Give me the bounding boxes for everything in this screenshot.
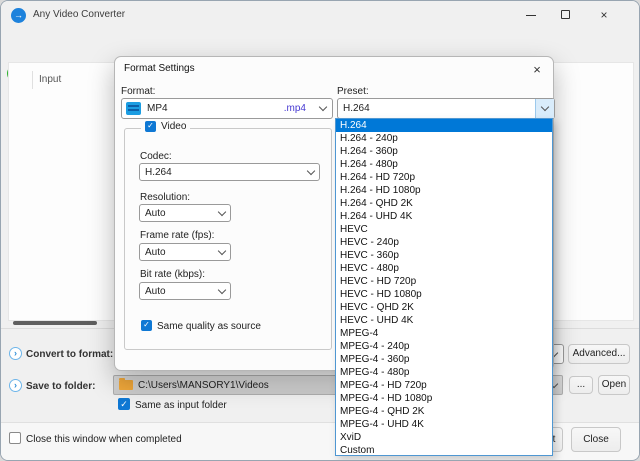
- close-button[interactable]: Close: [571, 427, 621, 452]
- convert-to-format-label: Convert to format:: [26, 349, 113, 360]
- input-column-header[interactable]: Input: [39, 74, 61, 85]
- dialog-title: Format Settings: [124, 63, 195, 74]
- browse-folder-button[interactable]: ...: [569, 376, 593, 394]
- preset-option[interactable]: H.264 - 360p: [336, 145, 552, 158]
- filmstrip-icon: [126, 102, 141, 115]
- preset-value: H.264: [343, 103, 370, 114]
- preset-option[interactable]: HEVC - HD 1080p: [336, 288, 552, 301]
- format-extension: .mp4: [284, 103, 306, 114]
- close-window-button[interactable]: ×: [587, 1, 621, 29]
- same-as-input-checkbox[interactable]: ✓: [118, 398, 130, 410]
- framerate-label: Frame rate (fps):: [140, 230, 214, 241]
- chevron-down-icon: [541, 103, 549, 111]
- preset-label: Preset:: [337, 86, 369, 97]
- dialog-close-button[interactable]: ×: [527, 60, 547, 79]
- preset-option[interactable]: H.264 - 480p: [336, 158, 552, 171]
- bitrate-combobox[interactable]: Auto: [139, 282, 231, 300]
- app-window: → Any Video Converter × + Add Files + Ad…: [0, 0, 640, 461]
- close-when-completed-label: Close this window when completed: [26, 434, 182, 445]
- minimize-button[interactable]: [516, 1, 546, 29]
- same-quality-label: Same quality as source: [157, 321, 261, 332]
- chevron-down-icon: [218, 285, 226, 293]
- close-when-completed-checkbox[interactable]: [9, 432, 21, 444]
- preset-option[interactable]: H.264 - UHD 4K: [336, 210, 552, 223]
- resolution-value: Auto: [145, 208, 166, 219]
- format-combobox[interactable]: MP4 .mp4: [121, 98, 333, 119]
- preset-dropdown-list: H.264H.264 - 240pH.264 - 360pH.264 - 480…: [335, 118, 553, 456]
- preset-option[interactable]: MPEG-4 - 360p: [336, 353, 552, 366]
- preset-option[interactable]: HEVC - HD 720p: [336, 275, 552, 288]
- preset-option[interactable]: H.264 - HD 720p: [336, 171, 552, 184]
- resolution-combobox[interactable]: Auto: [139, 204, 231, 222]
- advanced-button[interactable]: Advanced...: [568, 344, 630, 364]
- preset-option[interactable]: MPEG-4 - 480p: [336, 366, 552, 379]
- codec-combobox[interactable]: H.264: [139, 163, 320, 181]
- resolution-label: Resolution:: [140, 192, 190, 203]
- preset-option[interactable]: MPEG-4 - HD 1080p: [336, 392, 552, 405]
- preset-option[interactable]: H.264 - HD 1080p: [336, 184, 552, 197]
- save-to-folder-label: Save to folder:: [26, 381, 95, 392]
- codec-value: H.264: [145, 167, 172, 178]
- preset-option[interactable]: XviD: [336, 431, 552, 444]
- preset-option[interactable]: HEVC - 360p: [336, 249, 552, 262]
- preset-option[interactable]: MPEG-4: [336, 327, 552, 340]
- window-title: Any Video Converter: [33, 9, 125, 20]
- save-folder-icon: ›: [9, 379, 22, 392]
- convert-format-icon: ›: [9, 347, 22, 360]
- open-folder-button[interactable]: Open: [598, 375, 630, 395]
- chevron-down-icon: [218, 246, 226, 254]
- preset-option[interactable]: H.264 - 240p: [336, 132, 552, 145]
- framerate-value: Auto: [145, 247, 166, 258]
- chevron-down-icon: [307, 166, 315, 174]
- same-quality-checkbox[interactable]: ✓: [141, 320, 152, 331]
- maximize-icon: [561, 10, 570, 19]
- preset-option[interactable]: MPEG-4 - HD 720p: [336, 379, 552, 392]
- preset-option[interactable]: Custom: [336, 444, 552, 457]
- preset-option[interactable]: MPEG-4 - 240p: [336, 340, 552, 353]
- framerate-combobox[interactable]: Auto: [139, 243, 231, 261]
- bitrate-label: Bit rate (kbps):: [140, 269, 205, 280]
- chevron-down-icon: [319, 103, 327, 111]
- video-group-label: Video: [161, 121, 186, 132]
- preset-option[interactable]: HEVC - QHD 2K: [336, 301, 552, 314]
- preset-option[interactable]: H.264: [336, 119, 552, 132]
- video-checkbox-row[interactable]: ✓ Video: [141, 121, 190, 132]
- preset-option[interactable]: HEVC: [336, 223, 552, 236]
- titlebar: → Any Video Converter ×: [1, 1, 639, 29]
- preset-option[interactable]: H.264 - QHD 2K: [336, 197, 552, 210]
- preset-option[interactable]: HEVC - 480p: [336, 262, 552, 275]
- column-divider: [32, 71, 33, 89]
- video-groupbox: ✓ Video Codec: H.264 Resolution: Auto Fr…: [124, 128, 332, 350]
- chevron-down-icon: [218, 207, 226, 215]
- horizontal-scrollbar-thumb[interactable]: [13, 321, 97, 325]
- codec-label: Codec:: [140, 151, 172, 162]
- bitrate-value: Auto: [145, 286, 166, 297]
- preset-option[interactable]: MPEG-4 - UHD 4K: [336, 418, 552, 431]
- preset-dropdown-button[interactable]: [535, 99, 554, 118]
- preset-option[interactable]: HEVC - 240p: [336, 236, 552, 249]
- video-checkbox[interactable]: ✓: [145, 121, 156, 132]
- preset-combobox[interactable]: H.264: [337, 98, 555, 119]
- app-logo-icon: →: [11, 8, 26, 23]
- folder-icon: [119, 380, 133, 390]
- format-label: Format:: [121, 86, 155, 97]
- format-value: MP4: [147, 103, 168, 114]
- minimize-icon: [526, 15, 536, 16]
- output-folder-path: C:\Users\MANSORY1\Videos: [138, 380, 269, 391]
- preset-option[interactable]: MPEG-4 - QHD 2K: [336, 405, 552, 418]
- preset-option[interactable]: HEVC - UHD 4K: [336, 314, 552, 327]
- maximize-button[interactable]: [551, 1, 581, 29]
- same-as-input-label: Same as input folder: [135, 400, 227, 411]
